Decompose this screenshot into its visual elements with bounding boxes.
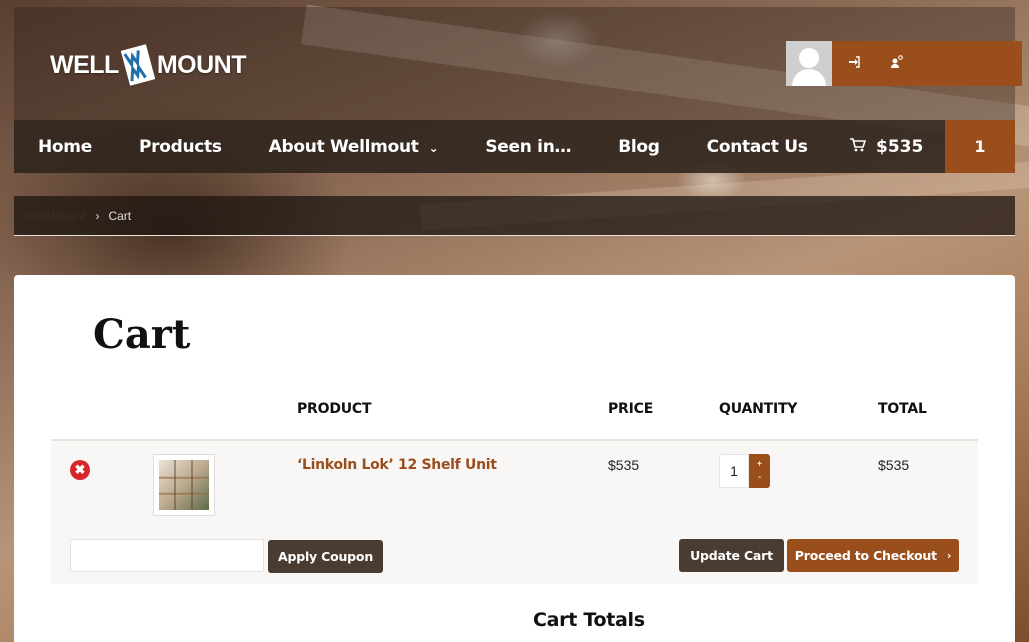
breadcrumb-separator: › bbox=[95, 208, 100, 223]
update-cart-button[interactable]: Update Cart bbox=[679, 539, 784, 572]
breadcrumb-home[interactable]: WellMount bbox=[26, 209, 86, 223]
mini-cart-total: $535 bbox=[876, 136, 924, 157]
coupon-code-input[interactable] bbox=[70, 539, 264, 572]
breadcrumb-current: Cart bbox=[108, 208, 132, 223]
nav-item-about[interactable]: About Wellmout ⌄ bbox=[245, 137, 439, 157]
cart-totals-title: Cart Totals bbox=[533, 609, 645, 631]
nav-item-blog[interactable]: Blog bbox=[594, 137, 660, 157]
nav-item-about-label: About Wellmout bbox=[268, 136, 419, 157]
cart-content: Cart PRODUCT PRICE QUANTITY TOTAL ✖ ‘Lin… bbox=[14, 275, 1015, 642]
product-price: $535 bbox=[608, 457, 640, 473]
logo-text-right: MOUNT bbox=[156, 50, 247, 79]
main-nav: Home Products About Wellmout ⌄ Seen in… B… bbox=[14, 120, 1015, 173]
nav-item-seen-in[interactable]: Seen in… bbox=[461, 137, 571, 157]
nav-item-products[interactable]: Products bbox=[115, 137, 222, 157]
nav-item-home[interactable]: Home bbox=[14, 137, 92, 157]
quantity-increase-button[interactable]: + bbox=[757, 458, 763, 471]
sign-in-icon[interactable] bbox=[848, 56, 860, 71]
quantity-input[interactable]: 1 bbox=[719, 454, 749, 488]
remove-icon[interactable]: ✖ bbox=[70, 460, 90, 480]
quantity-buttons: + - bbox=[749, 454, 770, 488]
cart-count-badge[interactable]: 1 bbox=[945, 120, 1015, 173]
mini-cart[interactable]: $535 bbox=[850, 120, 923, 173]
column-header-product: PRODUCT bbox=[297, 401, 372, 417]
quantity-decrease-button[interactable]: - bbox=[758, 471, 761, 484]
proceed-to-checkout-button[interactable]: Proceed to Checkout › bbox=[787, 539, 959, 572]
chevron-down-icon: ⌄ bbox=[428, 140, 439, 155]
column-header-price: PRICE bbox=[608, 401, 654, 417]
column-header-quantity: QUANTITY bbox=[719, 401, 798, 417]
logo-text-left: WELL bbox=[50, 50, 119, 79]
user-box bbox=[786, 41, 1022, 86]
product-name-link[interactable]: ‘Linkoln Lok’ 12 Shelf Unit bbox=[297, 457, 497, 473]
breadcrumb: WellMount › Cart bbox=[14, 196, 1015, 236]
quantity-stepper: 1 + - bbox=[719, 454, 771, 488]
cart-actions: Apply Coupon Update Cart Proceed to Chec… bbox=[51, 526, 978, 584]
table-row: ✖ ‘Linkoln Lok’ 12 Shelf Unit $535 1 + -… bbox=[51, 439, 978, 526]
product-line-total: $535 bbox=[878, 457, 910, 473]
user-actions bbox=[832, 41, 1022, 86]
checkout-label: Proceed to Checkout bbox=[794, 548, 937, 563]
shopping-cart-icon bbox=[850, 137, 867, 157]
avatar[interactable] bbox=[786, 41, 832, 86]
product-thumbnail[interactable] bbox=[153, 454, 215, 516]
logo-mark-icon bbox=[120, 43, 156, 87]
page-title: Cart bbox=[93, 311, 191, 358]
chevron-right-icon: › bbox=[946, 549, 952, 562]
column-header-total: TOTAL bbox=[878, 401, 927, 417]
nav-item-contact[interactable]: Contact Us bbox=[683, 137, 808, 157]
user-plus-icon[interactable] bbox=[890, 55, 904, 72]
site-header: WELL MOUNT bbox=[14, 7, 1022, 120]
site-logo[interactable]: WELL MOUNT bbox=[50, 41, 246, 89]
apply-coupon-button[interactable]: Apply Coupon bbox=[268, 540, 383, 573]
